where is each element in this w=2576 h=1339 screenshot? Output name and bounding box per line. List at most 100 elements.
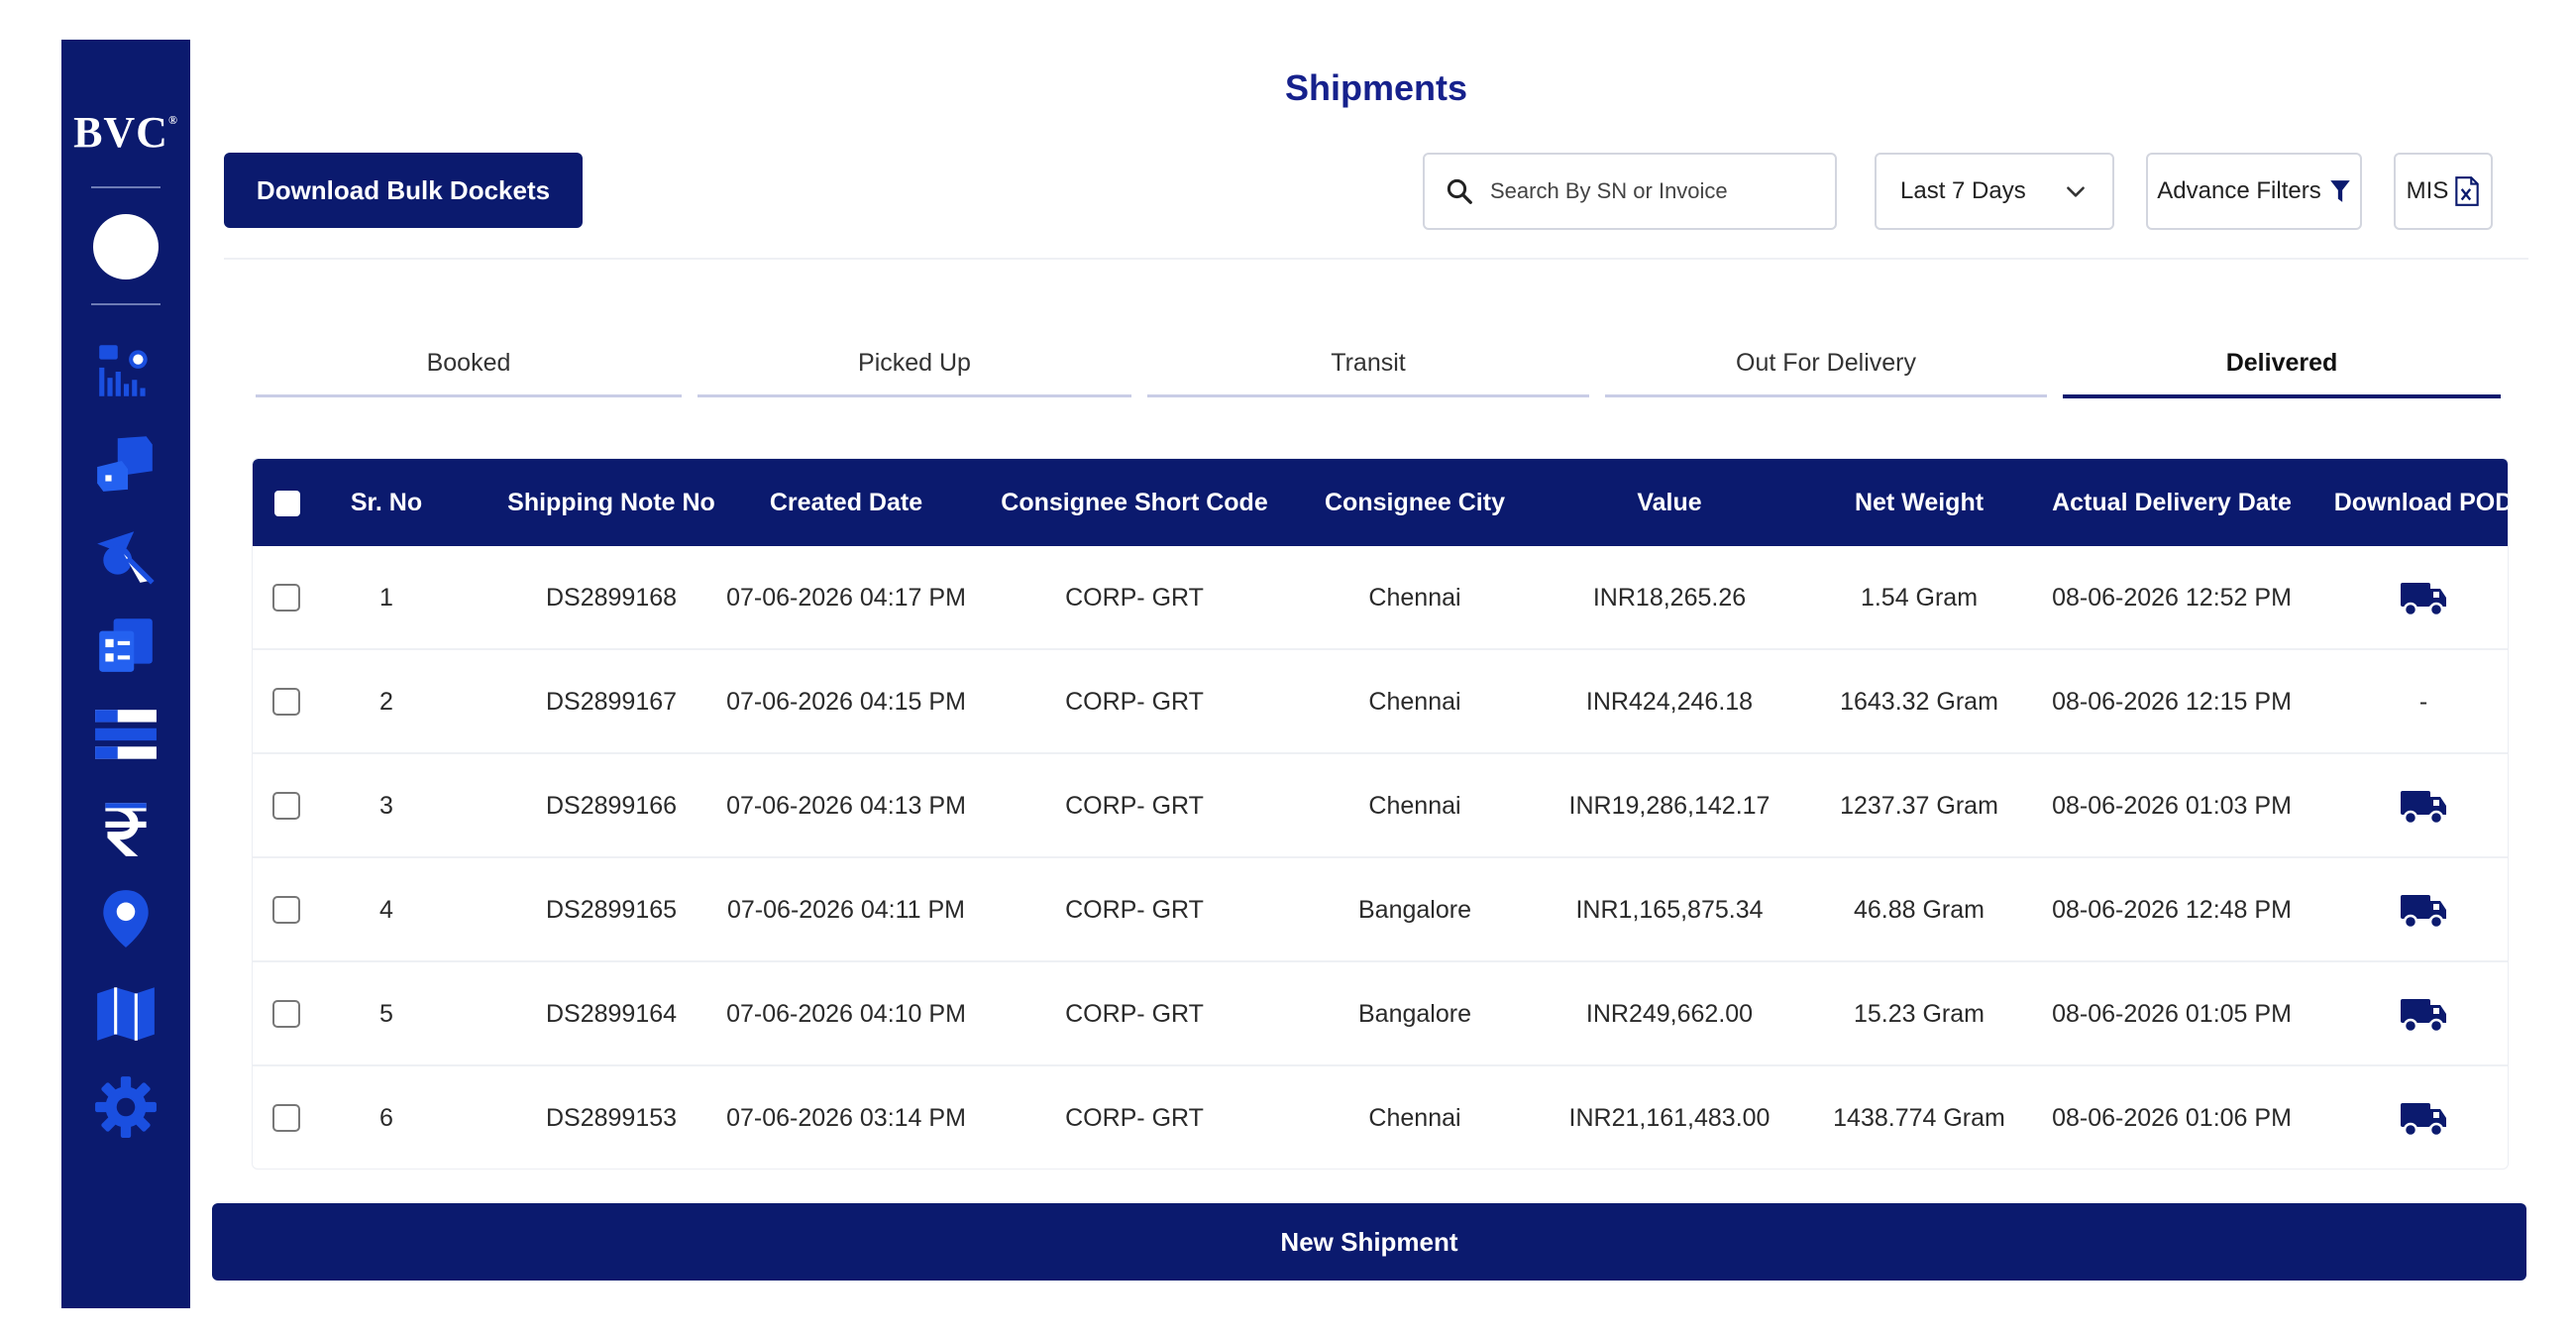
truck-icon — [2401, 1102, 2446, 1137]
cell-net-weight: 1237.37 Gram — [1840, 792, 1998, 820]
brand-logo[interactable]: BVC® — [61, 107, 190, 158]
boxes-icon — [97, 436, 153, 492]
avatar[interactable] — [93, 214, 159, 279]
cell-sr-no: 5 — [379, 1000, 393, 1028]
table-row[interactable]: 2 DS2899167 07-06-2026 04:15 PM CORP- GRT Ch… — [253, 650, 2508, 754]
tab-underline — [256, 394, 682, 397]
cell-value: INR19,286,142.17 — [1568, 792, 1771, 820]
search-box[interactable] — [1423, 153, 1837, 230]
cell-consignee-short-code: CORP- GRT — [1065, 1000, 1204, 1028]
cell-actual-delivery-date: 08-06-2026 01:05 PM — [2052, 1000, 2292, 1028]
sidebar-item-dispatch[interactable] — [91, 521, 161, 591]
list-icon — [95, 710, 157, 759]
row-checkbox[interactable] — [272, 1104, 300, 1132]
table-row[interactable]: 5 DS2899164 07-06-2026 04:10 PM CORP- GRT Ba… — [253, 962, 2508, 1066]
tab-picked-up[interactable]: Picked Up — [698, 327, 1131, 398]
column-header-sr-no[interactable]: Sr. No — [322, 459, 451, 546]
cell-net-weight: 1643.32 Gram — [1840, 688, 1998, 716]
row-checkbox[interactable] — [272, 688, 300, 716]
cell-consignee-short-code: CORP- GRT — [1065, 1104, 1204, 1132]
cell-actual-delivery-date: 08-06-2026 01:03 PM — [2052, 792, 2292, 820]
new-shipment-button[interactable]: New Shipment — [212, 1203, 2526, 1281]
dispatch-icon — [97, 531, 155, 585]
search-icon — [1447, 178, 1472, 204]
cell-created-date: 07-06-2026 04:15 PM — [726, 688, 966, 716]
truck-icon — [2401, 894, 2446, 929]
cell-created-date: 07-06-2026 04:17 PM — [726, 584, 966, 612]
cell-sr-no: 1 — [379, 584, 393, 612]
cell-value: INR18,265.26 — [1592, 584, 1747, 612]
cell-actual-delivery-date: 08-06-2026 01:06 PM — [2052, 1104, 2292, 1132]
download-pod-button[interactable] — [2337, 962, 2508, 1066]
sidebar-item-shipments[interactable] — [91, 428, 161, 498]
cell-created-date: 07-06-2026 04:13 PM — [726, 792, 966, 820]
date-range-select[interactable]: Last 7 Days — [1875, 153, 2114, 230]
cell-actual-delivery-date: 08-06-2026 12:52 PM — [2052, 584, 2292, 612]
row-checkbox[interactable] — [272, 792, 300, 820]
tab-underline-active — [2063, 394, 2501, 398]
download-pod-button[interactable] — [2337, 546, 2508, 650]
table-header: Sr. No Shipping Note No Created Date Con… — [253, 459, 2508, 546]
filter-funnel-icon — [2329, 180, 2350, 202]
download-pod-button[interactable] — [2337, 754, 2508, 858]
advance-filters-button[interactable]: Advance Filters — [2146, 153, 2362, 230]
cell-sr-no: 4 — [379, 896, 393, 924]
dashboard-icon — [99, 345, 148, 396]
table-row[interactable]: 3 DS2899166 07-06-2026 04:13 PM CORP- GRT Ch… — [253, 754, 2508, 858]
mis-export-button[interactable]: MIS — [2394, 153, 2493, 230]
cell-sr-no: 2 — [379, 688, 393, 716]
table-row[interactable]: 4 DS2899165 07-06-2026 04:11 PM CORP- GRT Ba… — [253, 858, 2508, 962]
column-header-net-weight[interactable]: Net Weight — [1808, 459, 2030, 546]
sidebar-item-manifest[interactable] — [91, 611, 161, 680]
download-pod-button[interactable] — [2337, 858, 2508, 962]
sidebar-item-dashboard[interactable] — [91, 337, 161, 406]
column-header-consignee-short-code[interactable]: Consignee Short Code — [970, 459, 1299, 546]
rupee-icon — [105, 803, 147, 856]
column-header-value[interactable]: Value — [1501, 459, 1838, 546]
row-checkbox[interactable] — [272, 1000, 300, 1028]
sidebar-item-tracking[interactable] — [91, 884, 161, 953]
tab-transit[interactable]: Transit — [1147, 327, 1589, 398]
tab-underline — [698, 394, 1131, 397]
chevron-down-icon — [2067, 186, 2085, 197]
row-checkbox[interactable] — [272, 896, 300, 924]
cell-sr-no: 3 — [379, 792, 393, 820]
cell-net-weight: 1438.774 Gram — [1833, 1104, 2005, 1132]
column-header-download-pod[interactable]: Download POD — [2334, 459, 2508, 546]
truck-icon — [2401, 790, 2446, 825]
tab-delivered[interactable]: Delivered — [2063, 327, 2501, 398]
tab-booked[interactable]: Booked — [256, 327, 682, 398]
tab-out-for-delivery[interactable]: Out For Delivery — [1605, 327, 2047, 398]
download-bulk-dockets-button[interactable]: Download Bulk Dockets — [224, 153, 583, 228]
table-row[interactable]: 1 DS2899168 07-06-2026 04:17 PM CORP- GRT Ch… — [253, 546, 2508, 650]
sidebar-item-billing[interactable] — [91, 793, 161, 862]
truck-icon — [2401, 582, 2446, 616]
row-checkbox[interactable] — [272, 584, 300, 612]
cell-value: INR1,165,875.34 — [1575, 896, 1764, 924]
location-pin-icon — [103, 890, 149, 948]
download-pod-button[interactable] — [2337, 1066, 2508, 1169]
manifest-icon — [99, 618, 153, 672]
sidebar-item-map[interactable] — [91, 979, 161, 1049]
tab-underline — [1605, 394, 2047, 397]
search-input[interactable] — [1490, 178, 1827, 204]
advance-filters-label: Advance Filters — [2157, 177, 2321, 204]
cell-sr-no: 6 — [379, 1104, 393, 1132]
sidebar-item-list[interactable] — [91, 702, 161, 771]
page-title: Shipments — [1284, 67, 1468, 108]
cell-consignee-short-code: CORP- GRT — [1065, 584, 1204, 612]
sidebar: BVC® — [61, 40, 190, 1308]
cell-consignee-short-code: CORP- GRT — [1065, 688, 1204, 716]
date-range-value: Last 7 Days — [1900, 177, 2026, 204]
mis-label: MIS — [2406, 177, 2449, 204]
table-row[interactable]: 6 DS2899153 07-06-2026 03:14 PM CORP- GRT Ch… — [253, 1066, 2508, 1169]
cell-value: INR21,161,483.00 — [1568, 1104, 1771, 1132]
truck-icon — [2401, 998, 2446, 1033]
map-icon — [97, 987, 155, 1041]
cell-created-date: 07-06-2026 04:11 PM — [727, 896, 965, 924]
cell-actual-delivery-date: 08-06-2026 12:15 PM — [2052, 688, 2292, 716]
select-all-checkbox[interactable] — [274, 491, 300, 516]
sidebar-item-settings[interactable] — [91, 1072, 161, 1142]
column-header-created-date[interactable]: Created Date — [673, 459, 1020, 546]
column-header-actual-delivery-date[interactable]: Actual Delivery Date — [2006, 459, 2337, 546]
